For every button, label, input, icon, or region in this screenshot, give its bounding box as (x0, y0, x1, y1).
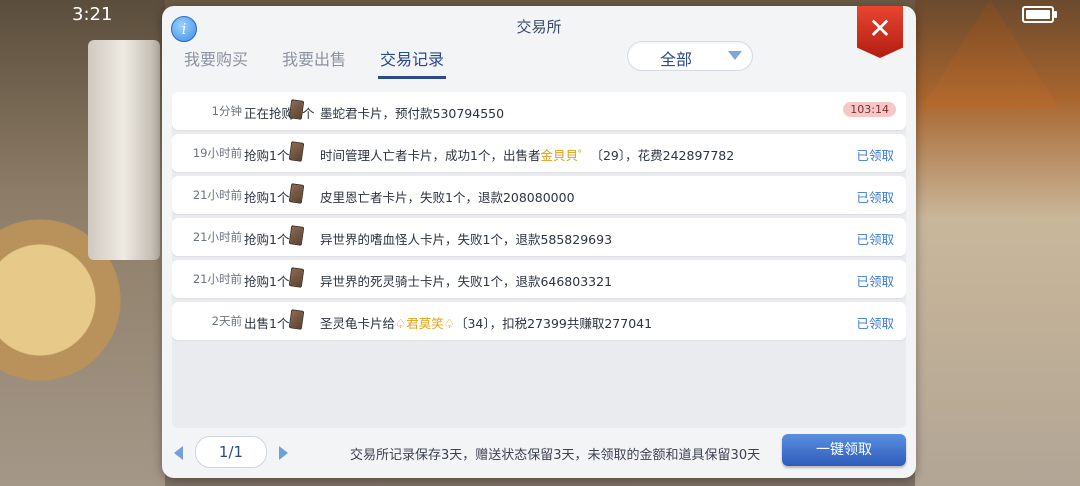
claimed-status: 已领取 (856, 148, 894, 163)
trade-exchange-panel: i 交易所 我要购买 我要出售 交易记录 全部 ✕ 1分钟 正在抢购1个 墨蛇君… (162, 6, 916, 478)
card-icon (288, 183, 305, 204)
filter-dropdown[interactable]: 全部 (627, 41, 753, 71)
record-action: 抢购1个 (244, 148, 290, 163)
record-description: 皮里恩亡者卡片，失败1个，退款208080000 (320, 190, 575, 205)
record-action: 出售1个 (244, 316, 290, 331)
card-icon (288, 141, 305, 162)
list-item: 21小时前 抢购1个 皮里恩亡者卡片，失败1个，退款208080000 已领取 (172, 176, 906, 214)
page-indicator: 1/1 (195, 436, 267, 468)
card-icon (288, 225, 305, 246)
footer-bar: 1/1 交易所记录保存3天，赠送状态保留3天，未领取的金额和道具保留30天 一键… (162, 432, 916, 478)
record-time: 2天前 (211, 314, 242, 328)
game-background-tower (88, 40, 160, 260)
buyer-name[interactable]: ♤君莫笑♤ (395, 316, 455, 331)
record-action: 抢购1个 (244, 190, 290, 205)
card-icon (288, 267, 305, 288)
record-action: 抢购1个 (244, 232, 290, 247)
claimed-status: 已领取 (856, 232, 894, 247)
record-action: 抢购1个 (244, 274, 290, 289)
claim-all-button[interactable]: 一键领取 (782, 434, 906, 466)
record-time: 21小时前 (192, 230, 242, 244)
seller-name[interactable]: 金貝貝゜ (540, 148, 590, 163)
record-description: 时间管理人亡者卡片，成功1个，出售者金貝貝゜〔29〕，花费242897782 (320, 148, 735, 163)
tab-trade-records[interactable]: 交易记录 (378, 46, 447, 79)
filter-selected-value: 全部 (660, 50, 693, 69)
countdown-timer: 103:14 (843, 102, 896, 117)
list-item: 2天前 出售1个 圣灵龟卡片给♤君莫笑♤〔34〕，扣税27399共赚取27704… (172, 302, 906, 340)
card-icon (288, 309, 305, 330)
trade-record-list: 1分钟 正在抢购1个 墨蛇君卡片，预付款530794550 103:14 19小… (172, 92, 906, 428)
tab-bar: 我要购买 我要出售 交易记录 (182, 46, 447, 79)
record-time: 21小时前 (192, 272, 242, 286)
list-item: 21小时前 抢购1个 异世界的嗜血怪人卡片，失败1个，退款585829693 已… (172, 218, 906, 256)
record-description: 圣灵龟卡片给♤君莫笑♤〔34〕，扣税27399共赚取277041 (320, 316, 653, 331)
chevron-down-icon (728, 51, 742, 60)
next-page-icon[interactable] (279, 446, 288, 460)
record-time: 1分钟 (211, 104, 242, 118)
battery-icon (1022, 6, 1057, 23)
record-action: 正在抢购1个 (244, 106, 315, 121)
card-icon (288, 99, 305, 120)
record-description: 墨蛇君卡片，预付款530794550 (320, 106, 505, 121)
claimed-status: 已领取 (856, 274, 894, 289)
claimed-status: 已领取 (856, 316, 894, 331)
list-item: 19小时前 抢购1个 时间管理人亡者卡片，成功1个，出售者金貝貝゜〔29〕，花费… (172, 134, 906, 172)
record-description: 异世界的嗜血怪人卡片，失败1个，退款585829693 (320, 232, 613, 247)
record-time: 21小时前 (192, 188, 242, 202)
status-bar-time: 3:21 (72, 4, 113, 25)
prev-page-icon[interactable] (174, 446, 183, 460)
tab-buy[interactable]: 我要购买 (182, 46, 250, 79)
record-description: 异世界的死灵骑士卡片，失败1个，退款646803321 (320, 274, 613, 289)
claimed-status: 已领取 (856, 190, 894, 205)
tab-sell[interactable]: 我要出售 (280, 46, 348, 79)
record-time: 19小时前 (192, 146, 242, 160)
retention-note: 交易所记录保存3天，赠送状态保留3天，未领取的金额和道具保留30天 (350, 448, 761, 463)
panel-title: 交易所 (516, 18, 562, 36)
list-item: 1分钟 正在抢购1个 墨蛇君卡片，预付款530794550 103:14 (172, 92, 906, 130)
list-item: 21小时前 抢购1个 异世界的死灵骑士卡片，失败1个，退款646803321 已… (172, 260, 906, 298)
close-button[interactable]: ✕ (857, 6, 903, 58)
